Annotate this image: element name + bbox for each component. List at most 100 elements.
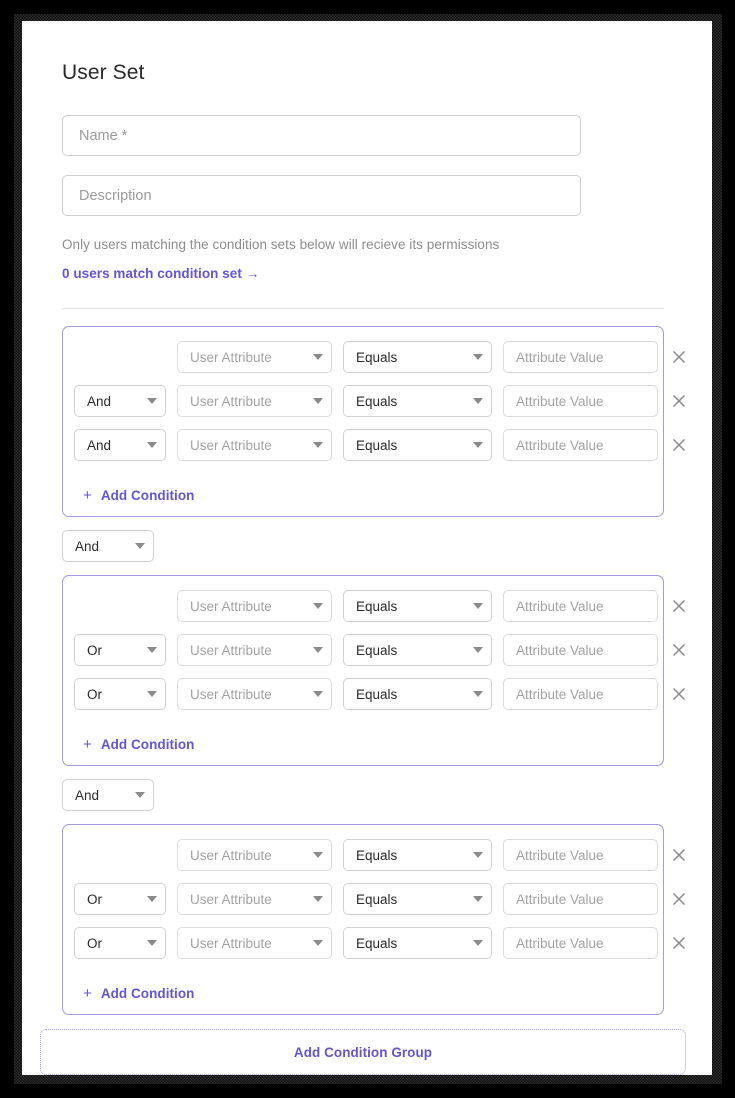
user-attribute-select-label: User Attribute [190,936,307,951]
attribute-slot: User Attribute [177,839,332,871]
comparator-select[interactable]: Equals [343,341,492,373]
chevron-down-icon [147,691,157,697]
row-operator-select-label: And [87,394,141,409]
add-condition-button[interactable]: + Add Condition [83,737,194,752]
chevron-down-icon [147,647,157,653]
chevron-down-icon [313,852,323,858]
attribute-value-input[interactable] [503,839,658,871]
attribute-value-input[interactable] [503,429,658,461]
remove-condition-button[interactable] [664,386,694,416]
row-operator-select[interactable]: And [74,385,166,417]
attribute-value-slot [503,385,658,417]
comparator-select[interactable]: Equals [343,385,492,417]
comparator-select-label: Equals [356,394,467,409]
chevron-down-icon [313,896,323,902]
comparator-select[interactable]: Equals [343,883,492,915]
chevron-down-icon [473,852,483,858]
condition-row: User Attribute Equals [74,341,652,373]
condition-group: User Attribute Equals Or User Attribute Equa… [62,824,664,1015]
condition-row: And User Attribute Equals [74,385,652,417]
attribute-slot: User Attribute [177,678,332,710]
user-attribute-select[interactable]: User Attribute [177,341,332,373]
group-connector: And [62,530,664,562]
user-attribute-select-label: User Attribute [190,892,307,907]
attribute-value-input[interactable] [503,678,658,710]
row-operator-select[interactable]: Or [74,634,166,666]
description-input[interactable] [62,175,581,216]
chevron-down-icon [135,543,145,549]
user-attribute-select[interactable]: User Attribute [177,385,332,417]
remove-condition-button[interactable] [664,884,694,914]
add-condition-button[interactable]: +Add Condition [83,986,194,1001]
remove-condition-button[interactable] [664,635,694,665]
comparator-select[interactable]: Equals [343,839,492,871]
chevron-down-icon [313,398,323,404]
add-condition-group-button[interactable]: Add Condition Group [40,1029,686,1075]
remove-condition-button[interactable] [664,928,694,958]
remove-condition-button[interactable] [664,430,694,460]
user-attribute-select-label: User Attribute [190,643,307,658]
attribute-value-input[interactable] [503,341,658,373]
row-operator-select[interactable]: Or [74,927,166,959]
comparator-select[interactable]: Equals [343,429,492,461]
user-attribute-select-label: User Attribute [190,687,307,702]
chevron-down-icon [473,398,483,404]
comparator-select[interactable]: Equals [343,927,492,959]
chevron-down-icon [313,354,323,360]
attribute-value-slot [503,429,658,461]
user-attribute-select[interactable]: User Attribute [177,839,332,871]
page-title: User Set [62,61,686,85]
plus-icon: + [83,737,92,752]
helper-text: Only users matching the condition sets b… [62,237,686,252]
remove-condition-button[interactable] [664,679,694,709]
remove-condition-button[interactable] [664,840,694,870]
user-attribute-select[interactable]: User Attribute [177,590,332,622]
group-connector: And [62,779,664,811]
remove-condition-button[interactable] [664,342,694,372]
attribute-value-input[interactable] [503,883,658,915]
comparator-select[interactable]: Equals [343,634,492,666]
attribute-value-input[interactable] [503,634,658,666]
group-connector-label: And [75,788,129,803]
comparator-select[interactable]: Equals [343,678,492,710]
row-operator-select[interactable]: Or [74,883,166,915]
user-attribute-select[interactable]: User Attribute [177,429,332,461]
group-connector-select[interactable]: And [62,530,154,562]
comparator-select-label: Equals [356,687,467,702]
chevron-down-icon [473,691,483,697]
group-connector-select[interactable]: And [62,779,154,811]
comparator-select-label: Equals [356,350,467,365]
chevron-down-icon [135,792,145,798]
attribute-value-input[interactable] [503,385,658,417]
user-attribute-select[interactable]: User Attribute [177,678,332,710]
add-condition-button[interactable]: +Add Condition [83,488,194,503]
comparator-slot: Equals [343,927,492,959]
attribute-slot: User Attribute [177,883,332,915]
row-operator-select[interactable]: Or [74,678,166,710]
name-input[interactable] [62,115,581,156]
chevron-down-icon [313,647,323,653]
row-operator-select[interactable]: And [74,429,166,461]
section-divider [62,308,664,309]
row-operator-slot: Or [74,927,166,959]
row-operator-slot: Or [74,678,166,710]
close-icon [672,643,686,657]
close-icon [672,350,686,364]
user-attribute-select[interactable]: User Attribute [177,883,332,915]
condition-row: Or User Attribute Equals [74,634,652,666]
chevron-down-icon [147,442,157,448]
users-match-link[interactable]: 0 users match condition set → [62,266,259,281]
attribute-value-input[interactable] [503,927,658,959]
user-attribute-select[interactable]: User Attribute [177,927,332,959]
condition-row: And User Attribute Equals [74,429,652,461]
comparator-select-label: Equals [356,936,467,951]
chevron-down-icon [147,398,157,404]
user-attribute-select-label: User Attribute [190,599,307,614]
comparator-select[interactable]: Equals [343,590,492,622]
remove-condition-button[interactable] [664,591,694,621]
add-condition-label: Add Condition [101,737,195,752]
condition-row: Or User Attribute Equals [74,678,652,710]
comparator-select-label: Equals [356,892,467,907]
user-attribute-select[interactable]: User Attribute [177,634,332,666]
attribute-value-input[interactable] [503,590,658,622]
